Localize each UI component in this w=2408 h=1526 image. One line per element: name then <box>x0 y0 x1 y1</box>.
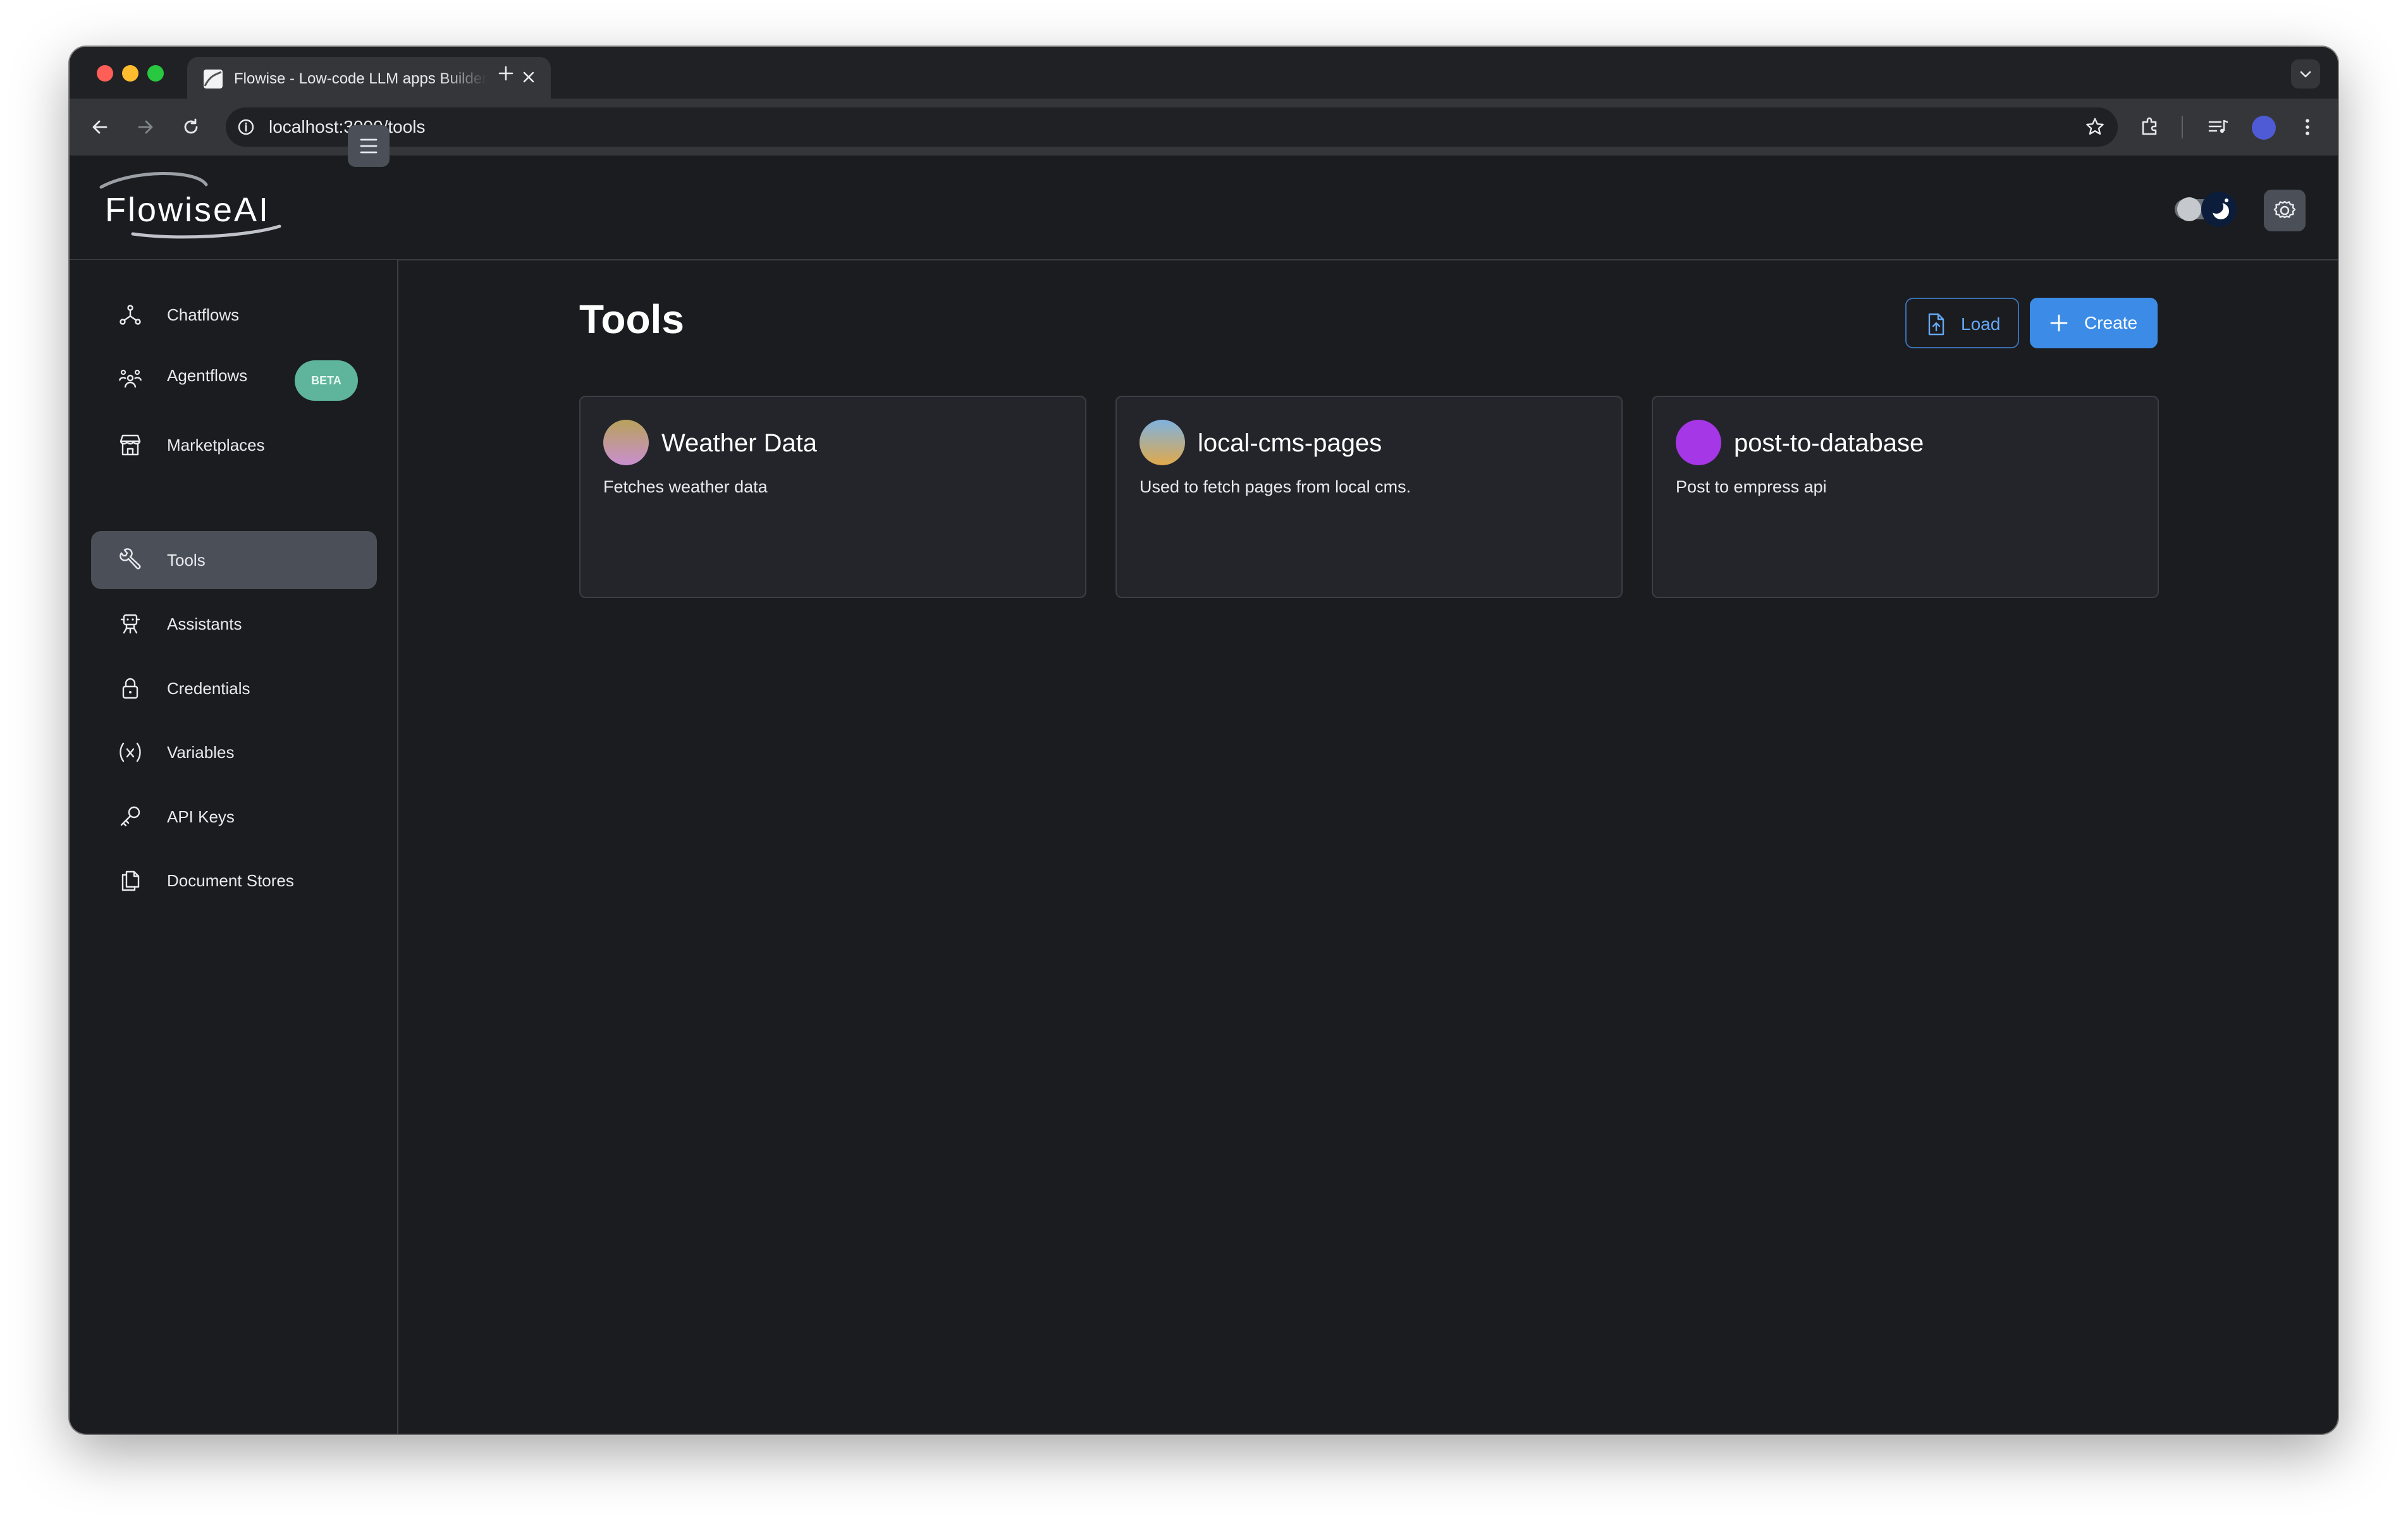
tab-strip: Flowise - Low-code LLM apps Builder <box>70 47 2338 99</box>
flowiseai-logo[interactable]: FlowiseAI <box>95 171 285 240</box>
document-stores-icon <box>121 870 140 891</box>
sidebar-item-label: Variables <box>167 743 235 762</box>
svg-text:FlowiseAI: FlowiseAI <box>105 191 270 229</box>
agentflows-icon <box>118 369 142 388</box>
main-content: Tools Load Create Weather Data Fetches w… <box>398 260 2338 1434</box>
sidebar-item-label: Assistants <box>167 614 242 633</box>
media-controls-icon[interactable] <box>2204 113 2232 141</box>
address-bar[interactable]: localhost:3000/tools <box>226 107 2118 147</box>
extensions-icon[interactable] <box>2136 113 2164 141</box>
toolbar-separator <box>2182 116 2183 138</box>
tool-description: Used to fetch pages from local cms. <box>1140 477 1411 496</box>
tool-name: post-to-database <box>1734 429 1924 457</box>
settings-button[interactable] <box>2264 190 2306 231</box>
load-button[interactable]: Load <box>1905 298 2019 348</box>
tool-card-weather-data[interactable]: Weather Data Fetches weather data <box>579 396 1086 598</box>
menu-toggle-button[interactable] <box>348 125 390 167</box>
variables-icon <box>120 742 141 762</box>
bookmark-star-icon[interactable] <box>2084 116 2106 138</box>
browser-menu-icon[interactable] <box>2294 113 2321 141</box>
marketplace-icon <box>120 434 141 456</box>
sidebar-item-label: Chatflows <box>167 305 240 324</box>
chevron-down-icon <box>2300 71 2311 78</box>
tool-card-local-cms-pages[interactable]: local-cms-pages Used to fetch pages from… <box>1115 396 1623 598</box>
tab-title: Flowise - Low-code LLM apps Builder <box>234 70 487 87</box>
hamburger-icon <box>360 138 378 154</box>
sidebar-item-label: Agentflows <box>167 366 248 385</box>
profile-avatar[interactable] <box>2252 116 2276 140</box>
create-button[interactable]: Create <box>2030 298 2158 348</box>
minimize-window-button[interactable] <box>122 65 138 82</box>
site-info-icon[interactable] <box>236 117 256 137</box>
close-tab-icon[interactable] <box>517 66 540 89</box>
tool-description: Post to empress api <box>1676 477 1827 496</box>
sidebar-item-tools[interactable]: Tools <box>91 531 377 589</box>
browser-toolbar: localhost:3000/tools <box>70 99 2338 156</box>
gear-icon <box>2273 200 2296 219</box>
sidebar-item-label: Marketplaces <box>167 436 265 455</box>
reload-icon[interactable] <box>177 113 205 141</box>
tool-avatar <box>603 420 649 465</box>
tool-name: local-cms-pages <box>1198 429 1382 457</box>
tab-search-button[interactable] <box>2291 59 2320 89</box>
create-label: Create <box>2084 313 2138 333</box>
sidebar-item-label: API Keys <box>167 807 235 826</box>
tool-avatar <box>1140 420 1185 465</box>
file-upload-icon <box>1928 313 1944 336</box>
sidebar-item-marketplaces[interactable]: Marketplaces <box>91 416 377 474</box>
dark-mode-toggle[interactable] <box>2172 192 2242 227</box>
plus-icon <box>2050 314 2068 332</box>
tool-avatar <box>1676 420 1721 465</box>
sidebar-item-api-keys[interactable]: API Keys <box>91 788 377 846</box>
app-header: FlowiseAI <box>70 156 2338 260</box>
beta-badge: BETA <box>295 360 358 401</box>
sidebar-item-assistants[interactable]: Assistants <box>91 595 377 653</box>
maximize-window-button[interactable] <box>147 65 164 82</box>
sidebar-item-agentflows[interactable]: Agentflows BETA <box>91 350 377 408</box>
lock-icon <box>122 678 138 699</box>
forward-icon[interactable] <box>132 113 159 141</box>
page-title: Tools <box>579 296 684 342</box>
tool-description: Fetches weather data <box>603 477 768 496</box>
assistants-icon <box>120 614 140 634</box>
key-icon <box>120 806 140 827</box>
close-window-button[interactable] <box>97 65 113 82</box>
chatflows-icon <box>120 305 141 325</box>
sidebar: Chatflows Agentflows BETA Marketplaces T… <box>70 260 398 1434</box>
tool-card-post-to-database[interactable]: post-to-database Post to empress api <box>1652 396 2159 598</box>
url-text: localhost:3000/tools <box>269 117 426 137</box>
sidebar-item-credentials[interactable]: Credentials <box>91 659 377 717</box>
browser-window: Flowise - Low-code LLM apps Builder loca… <box>70 47 2338 1434</box>
new-tab-icon[interactable] <box>493 61 519 86</box>
sidebar-item-document-stores[interactable]: Document Stores <box>91 852 377 910</box>
sidebar-item-label: Tools <box>167 551 206 570</box>
sidebar-item-label: Credentials <box>167 679 250 698</box>
sidebar-item-label: Document Stores <box>167 871 294 890</box>
flowise-favicon-icon <box>204 70 223 89</box>
load-label: Load <box>1961 314 2001 334</box>
tool-name: Weather Data <box>661 429 818 457</box>
tools-icon <box>120 548 141 570</box>
sidebar-item-chatflows[interactable]: Chatflows <box>91 286 377 344</box>
back-icon[interactable] <box>86 113 114 141</box>
sidebar-item-variables[interactable]: Variables <box>91 723 377 781</box>
